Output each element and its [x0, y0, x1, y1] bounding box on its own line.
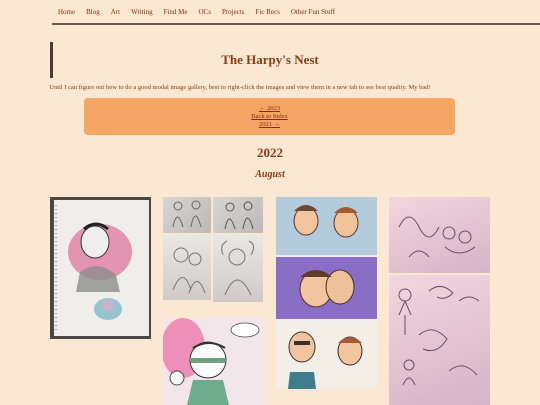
pager-box: ← 2023 Back to Index 2021 → [84, 98, 455, 135]
sketch-panel-2-image [224, 201, 254, 230]
nav-writing[interactable]: Writing [131, 8, 153, 16]
top-nav: Home Blog Art Writing Find Me OCs Projec… [52, 0, 540, 25]
artwork-sketch-panel-2[interactable] [213, 197, 263, 233]
artwork-sketch-panel-4[interactable] [213, 235, 263, 302]
sketchbook-image [54, 200, 149, 336]
nav-art[interactable]: Art [111, 8, 120, 16]
pink-sketch-bottom-image [398, 286, 480, 386]
artwork-sketchbook-portrait[interactable] [50, 197, 151, 339]
nav-find-me[interactable]: Find Me [164, 8, 188, 16]
nav-fic-recs[interactable]: Fic Recs [256, 8, 280, 16]
artwork-sketch-panel-1[interactable] [163, 197, 211, 233]
next-year-link[interactable]: 2021 → [259, 121, 280, 129]
nav-projects[interactable]: Projects [222, 8, 245, 16]
watercolor-comic-image [276, 197, 377, 389]
prev-year-link[interactable]: ← 2023 [259, 105, 280, 113]
artwork-pink-sketch-bottom[interactable] [389, 275, 490, 405]
gallery-notice: Until I can figure out how to do a good … [49, 84, 431, 91]
sketch-panel-3-image [172, 247, 206, 294]
pink-character-image [163, 318, 264, 405]
sketch-panel-4-image [221, 240, 255, 296]
artwork-watercolor-comic[interactable] [276, 197, 377, 389]
nav-ocs[interactable]: OCs [199, 8, 211, 16]
artwork-pink-character[interactable] [163, 318, 264, 405]
month-heading: August [255, 169, 285, 180]
year-heading: 2022 [257, 145, 283, 160]
pink-sketch-top-image [398, 216, 476, 258]
artwork-sketch-panel-3[interactable] [163, 235, 211, 300]
nav-home[interactable]: Home [58, 8, 75, 16]
sketch-panel-1-image [172, 200, 202, 228]
page-title: The Harpy's Nest [221, 52, 319, 67]
nav-other-fun-stuff[interactable]: Other Fun Stuff [291, 8, 335, 16]
back-to-index-link[interactable]: Back to Index [251, 113, 287, 121]
artwork-pink-sketch-top[interactable] [389, 197, 490, 273]
nav-blog[interactable]: Blog [86, 8, 100, 16]
